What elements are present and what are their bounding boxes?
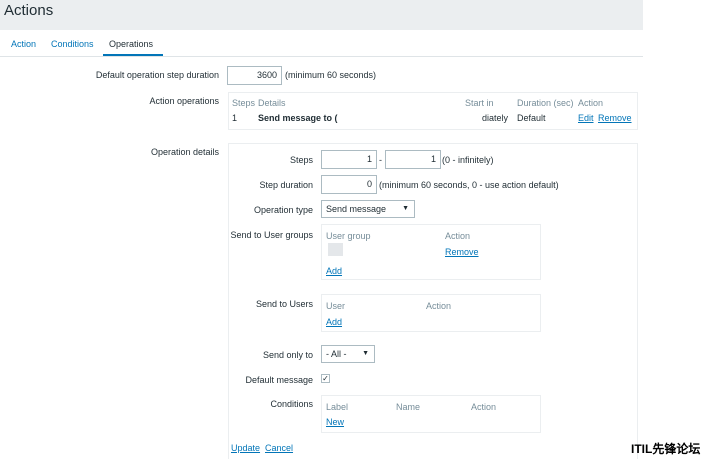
- steps-to-input[interactable]: 1: [385, 150, 441, 169]
- send-only-to-select[interactable]: - All - ▼: [321, 345, 375, 363]
- default-message-label: Default message: [245, 375, 313, 385]
- steps-separator: -: [379, 155, 382, 165]
- action-operations-label: Action operations: [149, 96, 219, 106]
- col-action-header: Action: [445, 231, 471, 241]
- col-label-header: Label: [326, 402, 349, 412]
- operation-type-select[interactable]: Send message ▼: [321, 200, 415, 218]
- send-to-users-label: Send to Users: [255, 299, 313, 309]
- row-start-in: diately: [482, 113, 509, 123]
- col-start-in-header: Start in: [465, 98, 494, 108]
- default-message-checkbox[interactable]: ✓: [321, 374, 330, 383]
- checkmark-icon: ✓: [322, 374, 329, 383]
- chevron-down-icon: ▼: [402, 205, 409, 212]
- users-table: User Action Add: [321, 294, 541, 332]
- col-action-header: Action: [471, 402, 497, 412]
- tab-operations[interactable]: Operations: [109, 39, 153, 49]
- steps-hint: (0 - infinitely): [442, 155, 494, 165]
- send-only-to-value: - All -: [326, 349, 347, 359]
- page-title: Actions: [4, 2, 54, 19]
- steps-from-input[interactable]: 1: [321, 150, 377, 169]
- user-groups-table: User group Action Remove Add: [321, 224, 541, 280]
- step-duration-input[interactable]: 0: [321, 175, 377, 194]
- user-group-placeholder: [328, 243, 343, 256]
- operation-details-label: Operation details: [150, 147, 219, 157]
- cancel-link[interactable]: Cancel: [265, 443, 293, 453]
- remove-user-group-link[interactable]: Remove: [445, 247, 479, 257]
- tab-bar: Action Conditions Operations: [0, 30, 643, 57]
- update-link[interactable]: Update: [231, 443, 260, 453]
- action-operations-table: Steps Details Start in Duration (sec) Ac…: [228, 92, 638, 130]
- row-duration: Default: [517, 113, 546, 123]
- row-step: 1: [232, 113, 238, 123]
- send-to-user-groups-label: Send to User groups: [230, 230, 313, 240]
- operation-type-value: Send message: [326, 204, 387, 214]
- col-action-header: Action: [578, 98, 604, 108]
- operation-type-label: Operation type: [253, 205, 313, 215]
- edit-operation-link[interactable]: Edit: [578, 113, 594, 123]
- col-user-group-header: User group: [326, 231, 371, 241]
- new-condition-link[interactable]: New: [326, 417, 344, 427]
- page-header: Actions: [0, 0, 643, 30]
- active-tab-indicator: [103, 54, 163, 56]
- default-step-duration-label: Default operation step duration: [95, 70, 219, 80]
- col-details-header: Details: [258, 98, 286, 108]
- steps-label: Steps: [289, 155, 313, 165]
- col-duration-header: Duration (sec): [517, 98, 574, 108]
- tab-conditions[interactable]: Conditions: [51, 39, 94, 49]
- chevron-down-icon: ▼: [362, 350, 369, 357]
- row-details: Send message to (: [258, 113, 338, 123]
- send-only-to-label: Send only to: [262, 350, 313, 360]
- default-step-duration-input[interactable]: 3600: [227, 66, 282, 85]
- default-step-duration-hint: (minimum 60 seconds): [285, 70, 377, 80]
- col-steps-header: Steps: [232, 98, 256, 108]
- tab-action[interactable]: Action: [11, 39, 36, 49]
- conditions-table: Label Name Action New: [321, 395, 541, 433]
- remove-operation-link[interactable]: Remove: [598, 113, 632, 123]
- step-duration-label: Step duration: [259, 180, 313, 190]
- conditions-label: Conditions: [270, 399, 313, 409]
- col-user-header: User: [326, 301, 346, 311]
- watermark: ITIL先锋论坛: [631, 442, 701, 456]
- add-user-group-link[interactable]: Add: [326, 266, 342, 276]
- step-duration-hint: (minimum 60 seconds, 0 - use action defa…: [379, 180, 559, 190]
- col-name-header: Name: [396, 402, 421, 412]
- add-user-link[interactable]: Add: [326, 317, 342, 327]
- main-panel: Actions Action Conditions Operations Def…: [0, 0, 643, 459]
- col-action-header: Action: [426, 301, 452, 311]
